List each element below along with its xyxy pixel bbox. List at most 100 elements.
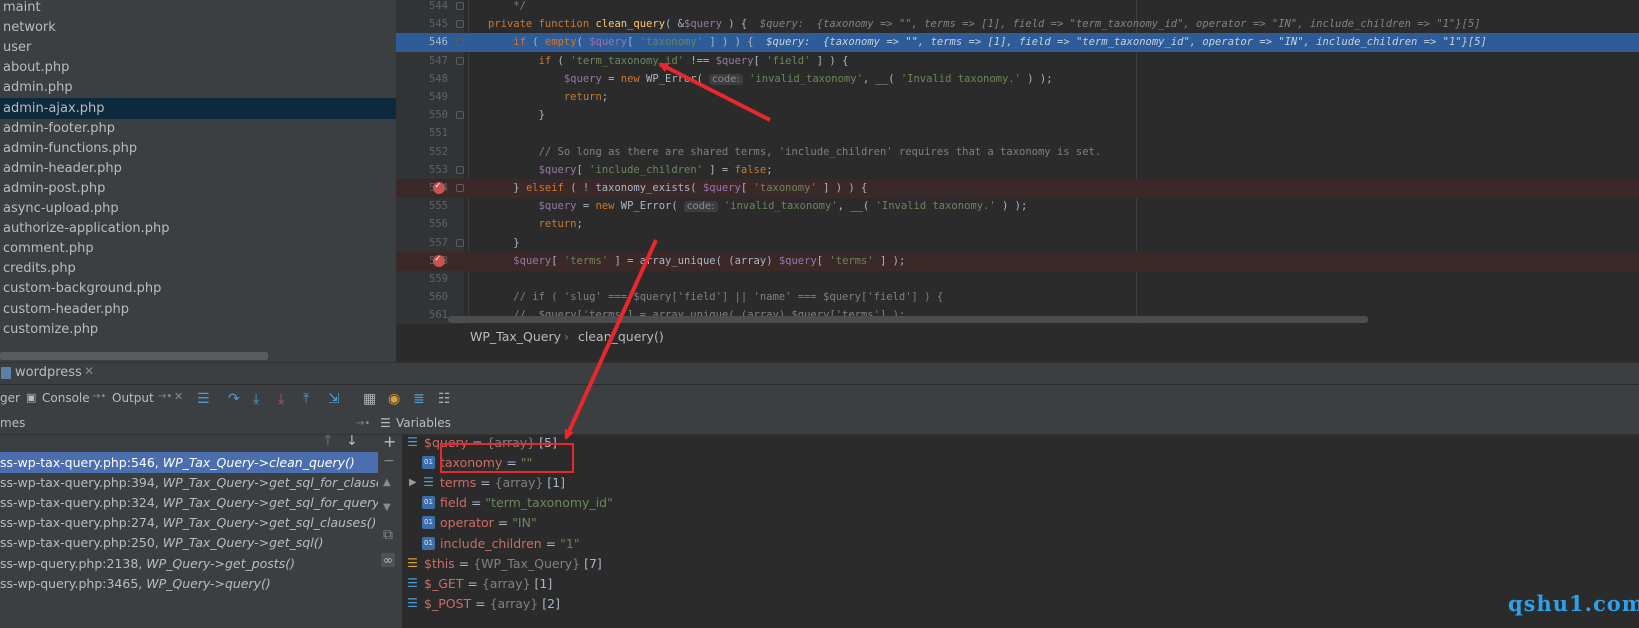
variable-row[interactable]: 01 taxonomy = "" (402, 452, 1602, 473)
code-line[interactable]: 544 */ (396, 0, 1639, 16)
code-line[interactable]: 553 $query[ 'include_children' ] = false… (396, 161, 1639, 180)
stack-frame[interactable]: ss-wp-tax-query.php:394, WP_Tax_Query->g… (0, 472, 378, 493)
step-into-icon[interactable]: ⤓ (253, 390, 259, 408)
project-tree-item[interactable]: admin.php (0, 77, 396, 98)
variable-row[interactable]: 01 field = "term_taxonomy_id" (402, 492, 1602, 513)
project-tree-item[interactable]: authorize-application.php (0, 218, 396, 239)
code-line[interactable]: 558 $query[ 'terms' ] = array_unique( (a… (396, 250, 1639, 271)
debug-session-tab[interactable]: wordpress (15, 365, 82, 380)
variable-equals: = (463, 575, 482, 591)
tree-horizontal-scrollbar[interactable] (0, 352, 268, 360)
settings-list-icon[interactable]: ☷ (438, 390, 451, 408)
add-watch-icon[interactable]: + (383, 432, 396, 451)
pin-icon[interactable]: →• (92, 391, 106, 402)
close-icon[interactable]: ✕ (84, 364, 94, 378)
evaluate-expression-icon[interactable]: ▦ (363, 390, 376, 408)
output-tab[interactable]: Output (112, 391, 154, 405)
code-line[interactable]: 560 // if ( 'slug' === $query['field'] |… (396, 288, 1639, 307)
stack-frame[interactable]: ss-wp-tax-query.php:324, WP_Tax_Query->g… (0, 492, 378, 513)
arrow-down-icon[interactable]: ↓ (346, 435, 358, 449)
code-line[interactable]: 551 (396, 124, 1639, 143)
variable-row[interactable]: ▶☰$_GET = {array} [1] (402, 573, 1602, 594)
code-line[interactable]: 556 return; (396, 215, 1639, 234)
project-tree-item[interactable]: custom-background.php (0, 278, 396, 299)
breakpoint-icon[interactable] (433, 250, 445, 269)
stack-frame[interactable]: ss-wp-tax-query.php:546, WP_Tax_Query->c… (0, 452, 378, 473)
project-tree-item[interactable]: async-upload.php (0, 198, 396, 219)
project-tree-item[interactable]: admin-functions.php (0, 138, 396, 159)
code-line[interactable]: 552 // So long as there are shared terms… (396, 143, 1639, 162)
code-line[interactable]: 554 } elseif ( ! taxonomy_exists( $query… (396, 177, 1639, 198)
project-tree-item[interactable]: admin-post.php (0, 178, 396, 199)
variable-row[interactable]: ▼☰$query = {array} [5] (402, 435, 1602, 453)
arrow-up-icon[interactable]: ↑ (322, 435, 334, 449)
breakpoint-icon[interactable] (433, 177, 445, 196)
project-tree-item[interactable]: about.php (0, 57, 396, 78)
stack-frame[interactable]: ss-wp-query.php:2138, WP_Query->get_post… (0, 553, 378, 574)
variable-row[interactable]: ▶☰$this = {WP_Tax_Query} [7] (402, 553, 1602, 574)
code-line[interactable]: 557 } (396, 234, 1639, 253)
code-line[interactable]: 550 } (396, 106, 1639, 125)
pin-icon[interactable]: →• (356, 413, 370, 434)
breadcrumb-method[interactable]: clean_query() (578, 324, 664, 350)
force-step-into-icon[interactable]: ⤓ (278, 390, 284, 408)
project-tree-item[interactable]: customize.php (0, 319, 396, 340)
project-tree-item[interactable]: admin-header.php (0, 158, 396, 179)
debugger-tab[interactable]: ger (0, 391, 20, 405)
project-tree-item[interactable]: maint (0, 0, 396, 18)
remove-watch-icon[interactable]: − (383, 453, 395, 469)
editor-horizontal-scrollbar[interactable] (448, 316, 1368, 323)
fold-marker-icon[interactable] (456, 56, 464, 65)
variable-row[interactable]: 01 operator = "IN" (402, 512, 1602, 533)
stack-frame[interactable]: ss-wp-tax-query.php:274, WP_Tax_Query->g… (0, 512, 378, 533)
step-out-icon[interactable]: ⤒ (303, 390, 309, 408)
move-up-icon[interactable]: ▲ (383, 477, 391, 488)
frames-list-icon[interactable]: ≣ (413, 390, 425, 408)
watch-icon[interactable]: ◉ (388, 390, 400, 408)
project-tree-item[interactable]: comment.php (0, 238, 396, 259)
close-icon[interactable]: ✕ (174, 390, 183, 403)
fold-marker-icon[interactable] (456, 184, 464, 192)
fold-marker-icon[interactable] (456, 238, 464, 247)
code-line[interactable]: 555 $query = new WP_Error( code: 'invali… (396, 197, 1639, 216)
code-line[interactable]: 545 private function clean_query( &$query… (396, 15, 1639, 34)
project-tree-item[interactable]: credits.php (0, 258, 396, 279)
copy-icon[interactable]: ⧉ (383, 527, 393, 543)
fold-marker-icon[interactable] (456, 38, 464, 47)
show-execution-point-icon[interactable]: ☰ (197, 390, 210, 408)
variable-name: field (440, 495, 467, 511)
variable-row[interactable]: 01 include_children = "1" (402, 533, 1602, 554)
code-editor[interactable]: 544 */ 545 private function clean_query( &… (396, 0, 1639, 362)
stack-frame[interactable]: ss-wp-tax-query.php:250, WP_Tax_Query->g… (0, 532, 378, 553)
project-tree-item[interactable]: network (0, 17, 396, 38)
pin-icon[interactable]: →• (158, 391, 172, 402)
stack-frame[interactable]: ss-wp-query.php:3465, WP_Query->query() (0, 573, 378, 594)
expand-arrow-icon[interactable]: ▶ (409, 472, 417, 493)
project-tree-item[interactable]: admin-footer.php (0, 118, 396, 139)
fold-marker-icon[interactable] (456, 111, 464, 120)
step-over-icon[interactable]: ↷ (228, 390, 240, 408)
variable-row[interactable]: ▶ ☰ terms = {array} [1] (402, 472, 1602, 493)
frames-list[interactable]: ↑ ↓ ss-wp-tax-query.php:546, WP_Tax_Quer… (0, 435, 378, 628)
project-tree-item[interactable]: custom-header.php (0, 299, 396, 320)
variables-list[interactable]: ▼☰$query = {array} [5]01taxonomy = ""▶ ☰ t… (402, 435, 1639, 628)
move-down-icon[interactable]: ▼ (383, 502, 391, 513)
code-line[interactable]: 559 (396, 270, 1639, 289)
code-line[interactable]: 548 $query = new WP_Error( code: 'invali… (396, 70, 1639, 89)
fold-marker-icon[interactable] (456, 2, 464, 10)
fold-marker-icon[interactable] (456, 165, 464, 174)
glasses-icon[interactable]: ∞ (381, 553, 395, 567)
highlight-box (440, 443, 574, 473)
code-line[interactable]: 549 return; (396, 88, 1639, 107)
code-line[interactable]: 547 if ( 'term_taxonomy_id' !== $query[ … (396, 52, 1639, 71)
code-line[interactable]: 546 if ( empty( $query[ 'taxonomy' ] ) )… (396, 33, 1639, 53)
project-tree-item[interactable]: admin-ajax.php (0, 97, 396, 119)
run-to-cursor-icon[interactable]: ⇲ (328, 390, 340, 408)
breadcrumb-class[interactable]: WP_Tax_Query (470, 324, 561, 350)
variable-equals: = (471, 595, 490, 611)
console-tab[interactable]: Console (42, 391, 90, 405)
project-tree-item[interactable]: user (0, 37, 396, 58)
fold-marker-icon[interactable] (456, 20, 464, 29)
variable-row[interactable]: ▶☰$_POST = {array} [2] (402, 593, 1602, 614)
code-text: $query = new WP_Error( code: 'invalid_ta… (538, 200, 1028, 213)
